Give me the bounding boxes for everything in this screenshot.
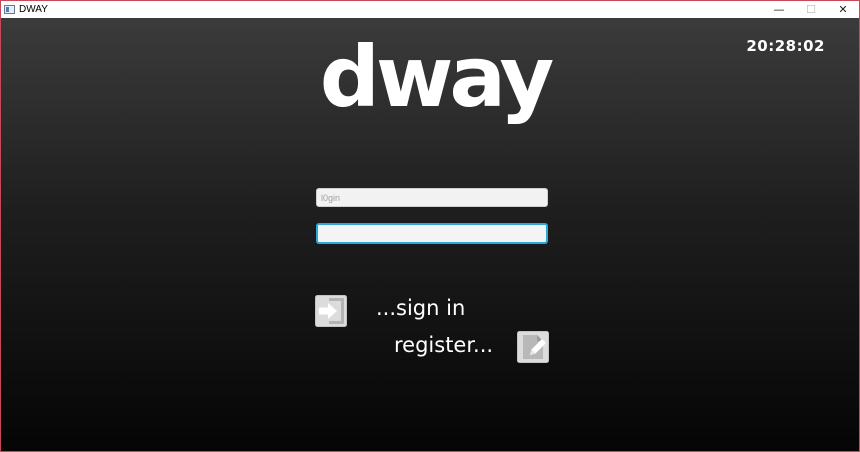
clock: 20:28:02 xyxy=(746,37,825,55)
edit-document-icon[interactable] xyxy=(517,331,549,363)
enter-arrow-icon[interactable] xyxy=(315,295,347,327)
minimize-button[interactable]: — xyxy=(763,1,795,18)
title-bar[interactable]: DWAY — ☐ ✕ xyxy=(1,1,859,18)
dway-logo: dway xyxy=(320,34,553,126)
app-window-icon xyxy=(4,5,15,14)
register-link[interactable]: register... xyxy=(394,333,493,357)
maximize-button[interactable]: ☐ xyxy=(795,1,827,18)
sign-in-link[interactable]: ...sign in xyxy=(376,296,465,320)
login-screen: 20:28:02 dway ...sign in register... xyxy=(1,18,859,451)
password-input[interactable] xyxy=(316,223,548,244)
login-input[interactable] xyxy=(316,188,548,207)
close-button[interactable]: ✕ xyxy=(827,1,859,18)
window-controls: — ☐ ✕ xyxy=(763,1,859,18)
app-window: DWAY — ☐ ✕ 20:28:02 dway ...sign in regi… xyxy=(0,0,860,452)
dway-logo-text: dway xyxy=(320,34,553,126)
window-title: DWAY xyxy=(19,4,48,15)
